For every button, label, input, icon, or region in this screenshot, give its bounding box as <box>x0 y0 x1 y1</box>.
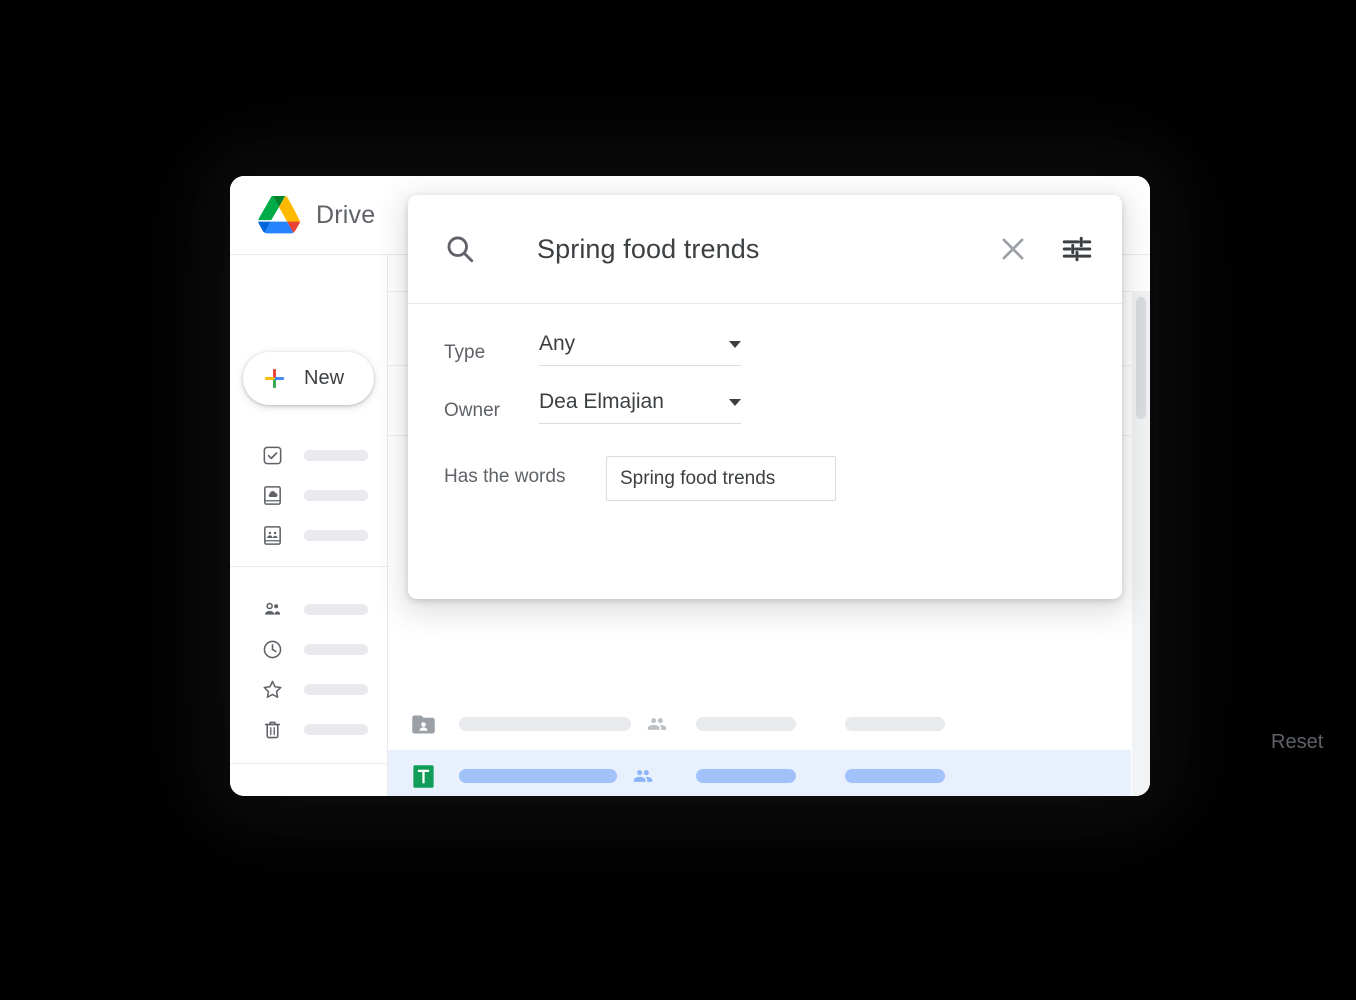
sidebar-vertical-divider <box>387 255 388 796</box>
sidebar-item-label-placeholder <box>304 489 368 501</box>
owner-dropdown[interactable]: Dea Elmajian <box>539 390 741 424</box>
type-dropdown-value: Any <box>539 332 576 355</box>
tune-icon[interactable] <box>1060 232 1094 266</box>
chevron-down-icon <box>729 398 741 406</box>
dialog-divider <box>408 303 1122 304</box>
chevron-down-icon <box>729 340 741 348</box>
table-row[interactable] <box>388 750 1131 796</box>
trash-icon <box>264 721 281 738</box>
sidebar-group-2 <box>230 589 388 749</box>
people-box-icon <box>264 525 281 545</box>
sidebar-item-label-placeholder <box>304 529 368 541</box>
app-title: Drive <box>316 200 376 229</box>
sidebar-divider-1 <box>230 566 388 567</box>
file-owner-placeholder <box>696 717 796 731</box>
sidebar-item-computers[interactable] <box>230 475 388 515</box>
search-input[interactable] <box>537 233 996 265</box>
new-button[interactable]: New <box>243 352 374 405</box>
star-icon <box>263 680 282 698</box>
file-name-placeholder <box>459 769 617 783</box>
sidebar-group-1 <box>230 435 388 555</box>
type-dropdown[interactable]: Any <box>539 332 741 366</box>
cloud-box-icon <box>264 485 281 505</box>
checkbox-check-icon <box>263 446 282 464</box>
sidebar-item-label-placeholder <box>304 683 368 695</box>
table-row[interactable] <box>388 698 1131 750</box>
plus-icon <box>265 369 284 388</box>
advanced-search-dialog: Type Any Owner Dea Elmajian Has the word… <box>408 195 1323 753</box>
google-drive-logo[interactable] <box>258 196 300 234</box>
sidebar: New <box>230 255 388 796</box>
sidebar-item-label-placeholder <box>304 449 368 461</box>
people-icon <box>647 718 667 730</box>
cloud-icon <box>261 792 284 797</box>
sidebar-item-starred[interactable] <box>230 669 388 709</box>
sidebar-item-label-placeholder <box>304 603 368 615</box>
owner-dropdown-value: Dea Elmajian <box>539 390 664 413</box>
sidebar-item-priority[interactable] <box>230 435 388 475</box>
sidebar-item-label-placeholder <box>304 643 368 655</box>
sidebar-item-shared-with-me[interactable] <box>230 589 388 629</box>
search-icon[interactable] <box>443 232 477 266</box>
file-modified-placeholder <box>845 717 945 731</box>
sidebar-divider-2 <box>230 763 388 764</box>
people-icon <box>633 770 653 782</box>
sidebar-item-label-placeholder <box>304 723 368 735</box>
google-sheets-icon <box>413 764 434 788</box>
vertical-scrollbar[interactable] <box>1132 291 1150 796</box>
people-icon <box>265 602 281 615</box>
sidebar-item-storage[interactable] <box>230 783 388 796</box>
screenshot-stage: Drive New Spring food trends Type Any Ow… <box>0 0 1356 1000</box>
new-button-label: New <box>304 367 345 389</box>
file-modified-placeholder <box>845 769 945 783</box>
clock-icon <box>263 640 282 658</box>
sidebar-group-3 <box>230 783 388 796</box>
file-owner-placeholder <box>696 769 796 783</box>
sidebar-item-recent[interactable] <box>230 629 388 669</box>
search-bar <box>408 195 1122 303</box>
sidebar-item-trash[interactable] <box>230 709 388 749</box>
has-the-words-input[interactable] <box>606 456 836 501</box>
scrollbar-thumb[interactable] <box>1136 297 1146 419</box>
file-name-placeholder <box>459 717 631 731</box>
sidebar-item-shared-drives[interactable] <box>230 515 388 555</box>
shared-folder-icon <box>412 715 435 733</box>
close-icon[interactable] <box>996 232 1030 266</box>
reset-button[interactable]: Reset <box>1253 719 1341 766</box>
